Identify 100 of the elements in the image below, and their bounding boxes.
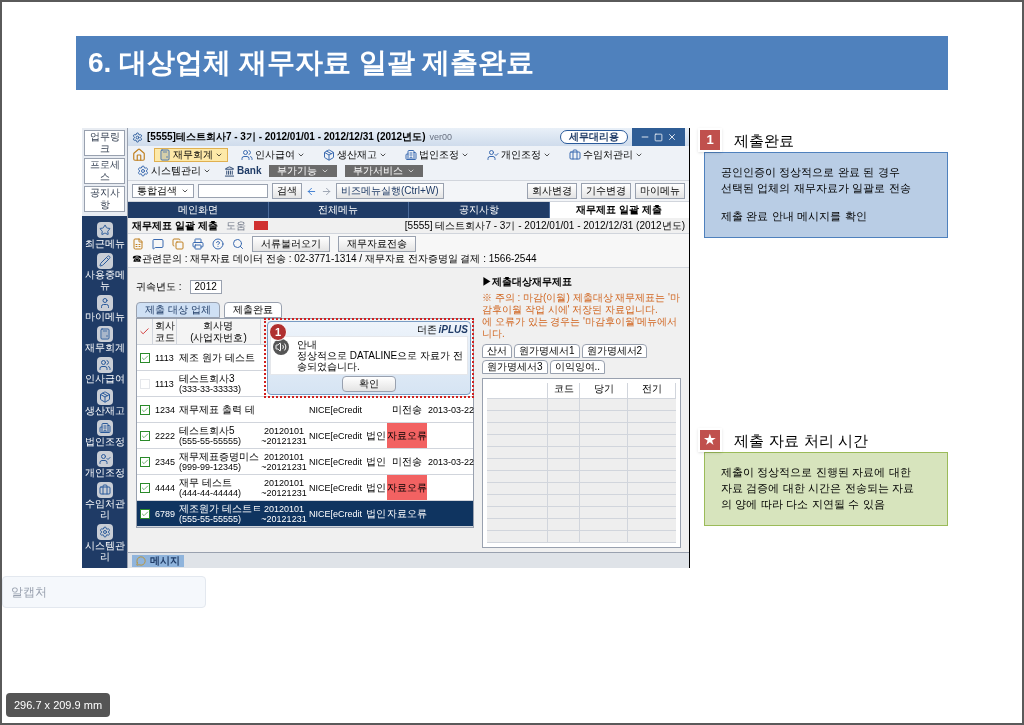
- gear-icon: [137, 165, 149, 177]
- action-button[interactable]: 재무자료전송: [338, 236, 416, 252]
- checkbox[interactable]: [140, 508, 150, 519]
- side-menu-item[interactable]: 최근메뉴: [82, 222, 127, 250]
- bank-button[interactable]: Bank: [224, 165, 262, 177]
- side-menu-item[interactable]: 생산재고: [82, 388, 127, 416]
- checkbox[interactable]: [140, 456, 150, 467]
- toolbar-button[interactable]: 회사변경: [527, 183, 577, 199]
- column-header: 회사명 (사업자번호): [177, 319, 261, 344]
- calculator-icon: [159, 149, 171, 161]
- table-cell: NICE[eCredit: [309, 429, 362, 442]
- title-button[interactable]: 세무대리용: [560, 130, 628, 144]
- note-title: 제출완료: [734, 130, 794, 152]
- action-button[interactable]: 서류불러오기: [252, 236, 330, 252]
- person-check-icon: [487, 149, 499, 161]
- copy-icon[interactable]: [172, 238, 184, 250]
- checkbox[interactable]: [140, 430, 150, 441]
- search-button[interactable]: 검색: [272, 183, 302, 199]
- table-cell: ~20121231: [261, 513, 307, 524]
- printer-icon[interactable]: [192, 238, 204, 250]
- menu-item[interactable]: 생산재고: [318, 148, 392, 162]
- quick-link-button[interactable]: 공지사항: [84, 186, 125, 212]
- section-heading: ▶제출대상재무제표: [482, 276, 573, 288]
- page-title: 6. 대상업체 재무자료 일괄 제출완료: [76, 36, 948, 90]
- capture-tool-label: 알캡처: [2, 576, 206, 608]
- search-icon[interactable]: [232, 238, 244, 250]
- quick-link-button[interactable]: 업무링크: [84, 130, 125, 156]
- statement-tab[interactable]: 이익잉여..: [549, 360, 606, 374]
- table-cell: 20120101: [263, 503, 304, 514]
- checkbox[interactable]: [140, 352, 150, 363]
- table-cell-text: 재무제표 출력 테: [179, 404, 256, 415]
- menu-item[interactable]: 개인조정: [482, 148, 556, 162]
- caret-icon: [407, 167, 416, 175]
- side-menu-item[interactable]: 사용중메뉴: [82, 253, 127, 292]
- menu-item[interactable]: 수임처관리: [564, 148, 648, 162]
- quick-link-button[interactable]: 프로세스: [84, 158, 125, 184]
- spreadsheet-icon[interactable]: [132, 238, 144, 250]
- checkbox[interactable]: [140, 404, 150, 415]
- menu-item[interactable]: 시스템관리: [132, 164, 216, 178]
- table-cell-text: 테스트회사3: [179, 372, 236, 384]
- side-menu-item[interactable]: 시스템관리: [82, 523, 127, 562]
- side-menu-item[interactable]: 마이메뉴: [82, 295, 127, 323]
- notice-text: ※ 주의 : 마감(이월) 제출대상 재무제표는 '마감후이월 작업 시에' 저장된 자료입니다.: [482, 292, 681, 316]
- side-menu-item[interactable]: 법인조정: [82, 419, 127, 447]
- statement-tab[interactable]: 산서: [482, 344, 512, 358]
- maximize-icon[interactable]: [654, 132, 663, 142]
- brand-product: iPLUS: [438, 324, 468, 335]
- home-icon[interactable]: [132, 148, 146, 162]
- sub-tab[interactable]: 제출완료: [223, 302, 282, 318]
- statement-tab[interactable]: 원가명세서1: [514, 344, 580, 358]
- toolbar-button[interactable]: 마이메뉴: [635, 183, 685, 199]
- table-cell: 법인: [366, 507, 386, 520]
- side-menu-item[interactable]: 개인조정: [82, 450, 127, 478]
- side-menu-item[interactable]: 수임처관리: [82, 481, 127, 520]
- app-logo-icon: [132, 131, 143, 143]
- table-cell: 2222: [155, 429, 176, 442]
- briefcase-icon: [98, 483, 111, 496]
- menu-item[interactable]: 인사급여: [236, 148, 310, 162]
- forward-icon[interactable]: [321, 185, 332, 197]
- message-button[interactable]: 메시지: [132, 554, 184, 567]
- table-cell: 제조원가 테스트ㅌ: [179, 502, 259, 514]
- menu-item[interactable]: 법인조정: [400, 148, 474, 162]
- person-check-icon: [98, 452, 111, 465]
- back-icon[interactable]: [306, 185, 317, 197]
- help-icon[interactable]: [212, 238, 224, 250]
- search-scope-select[interactable]: 통합검색: [132, 184, 194, 198]
- building-icon: [405, 149, 417, 161]
- search-field[interactable]: [198, 184, 268, 198]
- year-field[interactable]: 2012: [189, 280, 222, 294]
- table-cell: 법인: [366, 481, 386, 494]
- checkbox[interactable]: [140, 482, 150, 493]
- table-cell: 2013-03-22: [427, 403, 474, 416]
- sub-tab[interactable]: 제출 대상 업체: [136, 302, 220, 318]
- people-icon: [98, 359, 111, 372]
- side-menu-item[interactable]: 재무회계: [82, 326, 127, 354]
- tab[interactable]: 재무제표 일괄 제출: [549, 202, 689, 218]
- toolbar-button[interactable]: 기수변경: [581, 183, 631, 199]
- dropdown-button[interactable]: 부가서비스: [345, 165, 424, 177]
- menu-item[interactable]: 재무회계: [154, 148, 228, 162]
- contact-info: ☎관련문의 : 재무자료 데이터 전송 : 02-3771-1314 / 재무자료 전자증명일 결제 : 1566-2544: [132, 253, 537, 265]
- table-cell: 2345: [155, 455, 176, 468]
- company-info: [5555] 테스트회사7 - 3기 - 2012/01/01 - 2012/12/31 (2012년도): [404, 219, 685, 232]
- chat-icon[interactable]: [152, 238, 164, 250]
- screen-title: 재무제표 일괄 제출: [132, 219, 218, 232]
- year-label: 귀속년도 :: [136, 281, 182, 293]
- column-header: 회사 코드: [153, 319, 177, 344]
- confirm-button[interactable]: 확인: [342, 376, 396, 392]
- table-cell: 법인: [366, 429, 386, 442]
- shortcut-button[interactable]: 비즈메뉴실행(Ctrl+W): [336, 183, 444, 199]
- dropdown-button[interactable]: 부가기능: [269, 165, 338, 177]
- table-cell: 20120101: [263, 477, 304, 488]
- statement-tab[interactable]: 원가명세서3: [482, 360, 548, 374]
- help-link[interactable]: 도움: [225, 219, 246, 232]
- bank-building-icon: [224, 165, 235, 177]
- statement-tab[interactable]: 원가명세서2: [581, 344, 648, 358]
- box-icon: [98, 390, 111, 403]
- table-cell: 1234: [155, 403, 176, 416]
- notice-text: 니다.: [482, 328, 506, 340]
- close-icon[interactable]: [667, 132, 677, 142]
- side-menu-item[interactable]: 인사급여: [82, 357, 127, 385]
